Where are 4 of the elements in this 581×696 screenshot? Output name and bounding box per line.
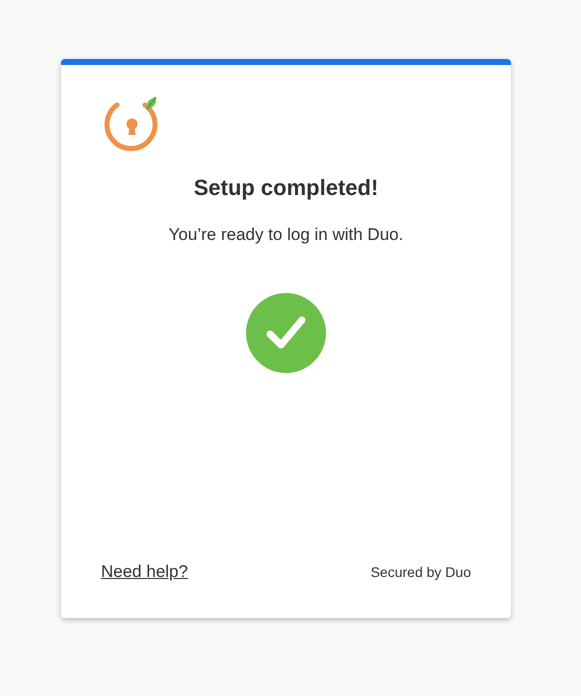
secured-by-text: Secured by Duo — [370, 564, 471, 580]
title: Setup completed! — [194, 175, 378, 201]
help-link[interactable]: Need help? — [101, 562, 188, 582]
message: You’re ready to log in with Duo. — [168, 225, 404, 245]
